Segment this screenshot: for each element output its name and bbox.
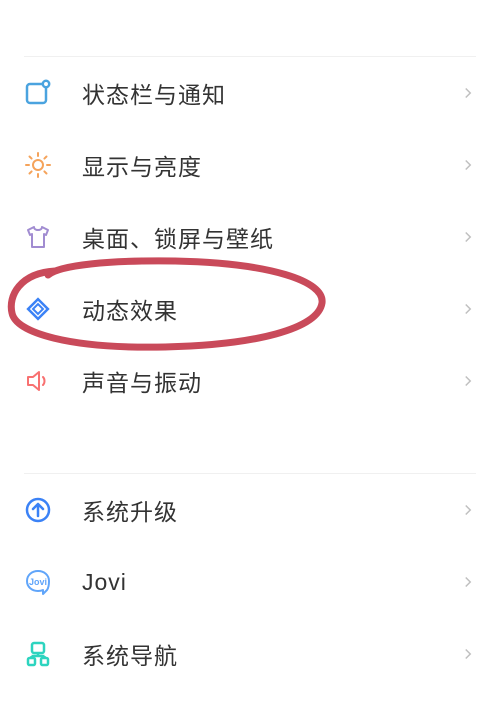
settings-item-label: 声音与振动 — [82, 364, 460, 398]
settings-item-label: 状态栏与通知 — [82, 76, 460, 110]
group-gap — [24, 417, 476, 473]
chevron-right-icon — [460, 229, 476, 245]
chevron-right-icon — [460, 574, 476, 590]
tshirt-icon — [24, 223, 52, 251]
settings-item-label: 显示与亮度 — [82, 148, 460, 182]
settings-item-label: 桌面、锁屏与壁纸 — [82, 220, 460, 254]
jovi-icon: Jovi — [24, 568, 52, 596]
settings-item-system-update[interactable]: 系统升级 — [24, 474, 476, 546]
status-bar-icon — [24, 79, 52, 107]
chevron-right-icon — [460, 301, 476, 317]
settings-item-label: 系统升级 — [82, 493, 460, 527]
settings-item-desktop-lock-wallpaper[interactable]: 桌面、锁屏与壁纸 — [24, 201, 476, 273]
settings-item-jovi[interactable]: Jovi Jovi — [24, 546, 476, 618]
settings-item-label: Jovi — [82, 569, 460, 596]
settings-item-sound-vibration[interactable]: 声音与振动 — [24, 345, 476, 417]
speaker-icon — [24, 367, 52, 395]
chevron-right-icon — [460, 646, 476, 662]
chevron-right-icon — [460, 502, 476, 518]
brightness-icon — [24, 151, 52, 179]
chevron-right-icon — [460, 373, 476, 389]
update-icon — [24, 496, 52, 524]
settings-item-system-navigation[interactable]: 系统导航 — [24, 618, 476, 690]
svg-text:Jovi: Jovi — [29, 577, 47, 587]
settings-item-motion-effects[interactable]: 动态效果 — [24, 273, 476, 345]
settings-item-status-bar-notification[interactable]: 状态栏与通知 — [24, 57, 476, 129]
navigation-icon — [24, 640, 52, 668]
diamond-icon — [24, 295, 52, 323]
settings-item-label: 动态效果 — [82, 292, 460, 326]
chevron-right-icon — [460, 157, 476, 173]
chevron-right-icon — [460, 85, 476, 101]
settings-item-display-brightness[interactable]: 显示与亮度 — [24, 129, 476, 201]
settings-list: 状态栏与通知 显示与亮度 — [0, 56, 500, 690]
